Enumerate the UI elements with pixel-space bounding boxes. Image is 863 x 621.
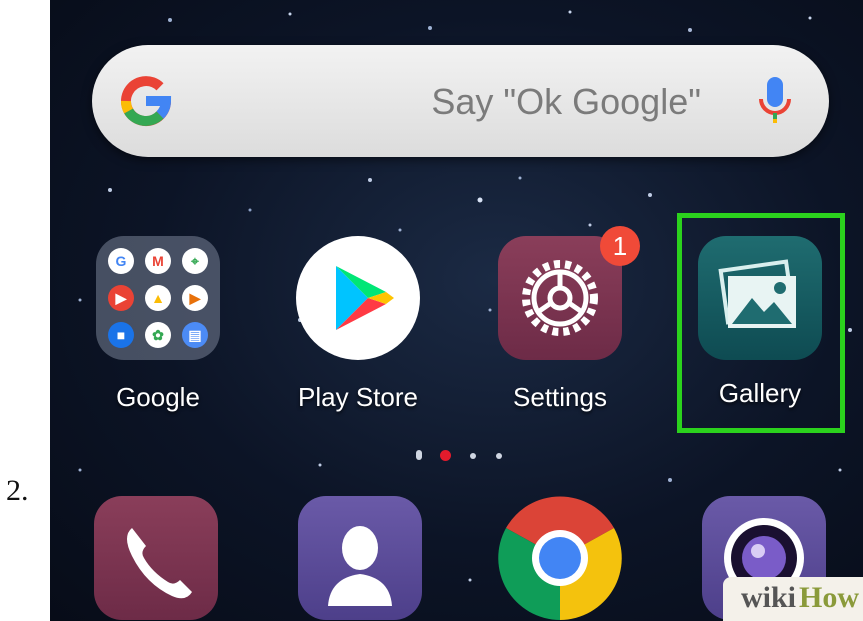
page-dot xyxy=(496,453,502,459)
wikihow-watermark: wiki How xyxy=(723,577,863,621)
play-store-icon xyxy=(296,236,420,360)
google-folder-icon: G M ⌖ ▶ ▲ ▶ ■ ✿ ▤ xyxy=(96,236,220,360)
page-dot xyxy=(470,453,476,459)
phone-icon[interactable] xyxy=(94,496,218,620)
notification-badge: 1 xyxy=(600,226,640,266)
app-label: Settings xyxy=(513,382,607,412)
app-label: Google xyxy=(116,382,200,412)
google-search-bar[interactable]: Say "Ok Google" xyxy=(92,45,829,157)
microphone-icon[interactable] xyxy=(757,75,793,127)
search-hint: Say "Ok Google" xyxy=(431,81,701,122)
app-label: Play Store xyxy=(298,382,418,412)
google-g-icon xyxy=(121,76,172,127)
page-dot xyxy=(416,450,422,460)
phone-screen: Say "Ok Google" G M ⌖ ▶ ▲ ▶ ■ ✿ ▤ Google xyxy=(50,0,863,621)
page-dot-active xyxy=(440,450,451,461)
step-number: 2. xyxy=(6,474,29,507)
watermark-how: How xyxy=(799,581,859,614)
watermark-wiki: wiki xyxy=(741,581,797,614)
chrome-icon[interactable] xyxy=(498,496,622,620)
highlight-frame xyxy=(677,213,845,433)
contacts-icon[interactable] xyxy=(298,496,422,620)
